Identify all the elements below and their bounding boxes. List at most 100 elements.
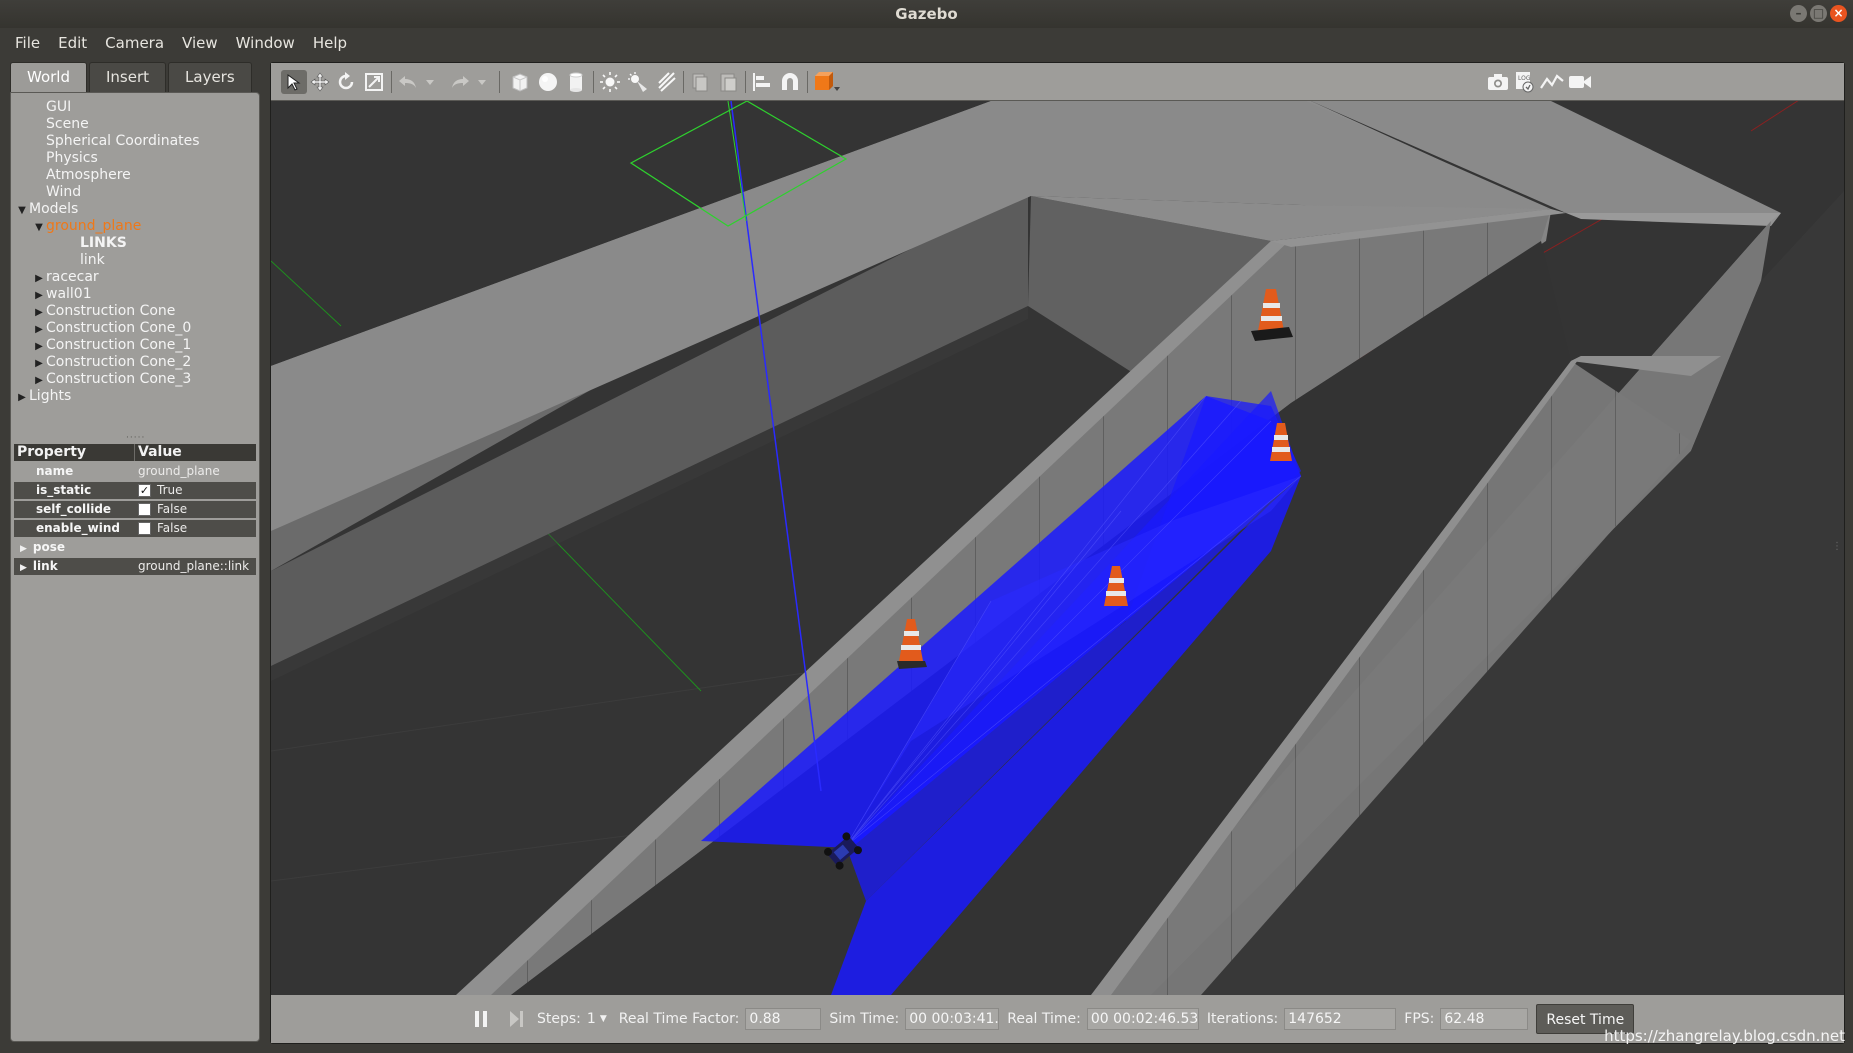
tab-insert[interactable]: Insert: [89, 62, 167, 92]
tab-world[interactable]: World: [10, 62, 87, 92]
tree-item[interactable]: Atmosphere: [15, 167, 255, 184]
undo-button[interactable]: [395, 70, 421, 94]
tree-item[interactable]: ▶ Construction Cone_3: [15, 371, 255, 388]
tree-item[interactable]: ▼ ground_plane: [15, 218, 255, 235]
maximize-button[interactable]: □: [1810, 5, 1827, 22]
tree-item[interactable]: Wind: [15, 184, 255, 201]
expand-down-icon[interactable]: ▼: [15, 202, 29, 219]
expand-right-icon[interactable]: ▶: [32, 338, 46, 355]
directional-light-button[interactable]: [653, 70, 679, 94]
tab-layers[interactable]: Layers: [168, 62, 252, 92]
plot-icon: [1540, 74, 1564, 89]
property-checkbox[interactable]: [138, 522, 151, 535]
screenshot-button[interactable]: [1485, 70, 1511, 94]
tree-item[interactable]: ▼ Models: [15, 201, 255, 218]
log-button[interactable]: LOG: [1511, 70, 1537, 94]
expand-right-icon[interactable]: ▶: [32, 355, 46, 372]
property-row[interactable]: name ground_plane: [14, 463, 256, 480]
expand-right-icon[interactable]: ▶: [32, 270, 46, 287]
tree-item[interactable]: ▶ Lights: [15, 388, 255, 405]
tree-item[interactable]: Physics: [15, 150, 255, 167]
property-row[interactable]: self_collide False: [14, 501, 256, 518]
property-name-text: self_collide: [36, 502, 112, 516]
expand-right-icon[interactable]: ▶: [32, 304, 46, 321]
plot-button[interactable]: [1539, 70, 1565, 94]
menu-edit[interactable]: Edit: [49, 34, 96, 52]
property-name-text: link: [32, 559, 58, 573]
main-frame: LOG ⋮ Steps: 1 ▼ Real Time Factor: 0.88 …: [270, 62, 1845, 1044]
property-name-text: is_static: [36, 483, 92, 497]
tree-item[interactable]: ▶ racecar: [15, 269, 255, 286]
scale-mode-icon: [365, 73, 383, 91]
property-checkbox[interactable]: ✓: [138, 484, 151, 497]
scale-mode-button[interactable]: [361, 70, 387, 94]
tree-item[interactable]: ▶ Construction Cone: [15, 303, 255, 320]
menu-camera[interactable]: Camera: [96, 34, 173, 52]
translate-mode-button[interactable]: [307, 70, 333, 94]
tree-item-label: Spherical Coordinates: [46, 133, 200, 149]
3d-viewport[interactable]: ⋮: [271, 101, 1844, 995]
spot-light-button[interactable]: [625, 70, 651, 94]
window-title: Gazebo: [895, 5, 958, 23]
steps-dropdown-icon[interactable]: ▼: [600, 1014, 607, 1024]
tree-item[interactable]: ▶ Construction Cone_2: [15, 354, 255, 371]
property-row[interactable]: is_static ✓ True: [14, 482, 256, 499]
snap-button[interactable]: [777, 70, 803, 94]
property-value-text: ground_plane::link: [138, 559, 250, 573]
menu-window[interactable]: Window: [227, 34, 304, 52]
panel-splitter[interactable]: ·····: [126, 433, 145, 443]
menu-file[interactable]: File: [6, 34, 49, 52]
tree-item[interactable]: GUI: [15, 99, 255, 116]
tree-item[interactable]: ▶ wall01: [15, 286, 255, 303]
steps-value[interactable]: 1: [587, 1011, 596, 1027]
close-button[interactable]: ×: [1830, 5, 1847, 22]
property-value: [135, 539, 256, 556]
undo-dropdown-button[interactable]: [423, 70, 437, 94]
real-time-label: Real Time:: [1007, 1011, 1081, 1027]
redo-dropdown-button[interactable]: [475, 70, 489, 94]
tree-item[interactable]: Scene: [15, 116, 255, 133]
menu-view[interactable]: View: [173, 34, 227, 52]
step-button[interactable]: [505, 1007, 529, 1031]
property-name: enable_wind: [14, 520, 135, 537]
point-light-button[interactable]: [597, 70, 623, 94]
tree-item[interactable]: ▶ Construction Cone_1: [15, 337, 255, 354]
select-mode-button[interactable]: [281, 70, 307, 94]
expand-right-icon[interactable]: ▶: [32, 372, 46, 389]
tree-item[interactable]: ▶ Construction Cone_0: [15, 320, 255, 337]
gazebo-window: Gazebo – □ × File Edit Camera View Windo…: [0, 0, 1853, 1053]
menu-help[interactable]: Help: [304, 34, 356, 52]
tree-item-label: Physics: [46, 150, 98, 166]
expand-right-icon[interactable]: ▶: [20, 563, 27, 573]
tree-item[interactable]: Spherical Coordinates: [15, 133, 255, 150]
copy-button[interactable]: [687, 70, 713, 94]
view-angle-button[interactable]: [811, 70, 843, 94]
box-shape-button[interactable]: [507, 70, 533, 94]
screenshot-icon: [1488, 74, 1508, 90]
viewport-right-handle[interactable]: ⋮: [1832, 541, 1842, 552]
property-row[interactable]: ▶ pose: [14, 539, 256, 556]
redo-button[interactable]: [447, 70, 473, 94]
expand-right-icon[interactable]: ▶: [15, 389, 29, 406]
expand-right-icon[interactable]: ▶: [32, 287, 46, 304]
property-row[interactable]: ▶ link ground_plane::link: [14, 558, 256, 575]
expand-down-icon[interactable]: ▼: [32, 219, 46, 236]
watermark: https://zhangrelay.blog.csdn.net: [1604, 1027, 1845, 1045]
cylinder-shape-button[interactable]: [563, 70, 589, 94]
paste-button[interactable]: [715, 70, 741, 94]
tree-item[interactable]: LINKS: [15, 235, 255, 252]
property-value-text: False: [157, 521, 188, 535]
expand-right-icon[interactable]: ▶: [32, 321, 46, 338]
sphere-shape-button[interactable]: [535, 70, 561, 94]
video-record-button[interactable]: [1567, 70, 1593, 94]
expand-right-icon[interactable]: ▶: [20, 544, 27, 554]
property-row[interactable]: enable_wind False: [14, 520, 256, 537]
pause-button[interactable]: [469, 1007, 493, 1031]
rotate-mode-button[interactable]: [333, 70, 359, 94]
property-checkbox[interactable]: [138, 503, 151, 516]
align-button[interactable]: [749, 70, 775, 94]
tree-item[interactable]: link: [15, 252, 255, 269]
tree-item-label: racecar: [46, 269, 99, 285]
minimize-button[interactable]: –: [1790, 5, 1807, 22]
real-time-field: 00 00:02:46.535: [1086, 1008, 1199, 1030]
